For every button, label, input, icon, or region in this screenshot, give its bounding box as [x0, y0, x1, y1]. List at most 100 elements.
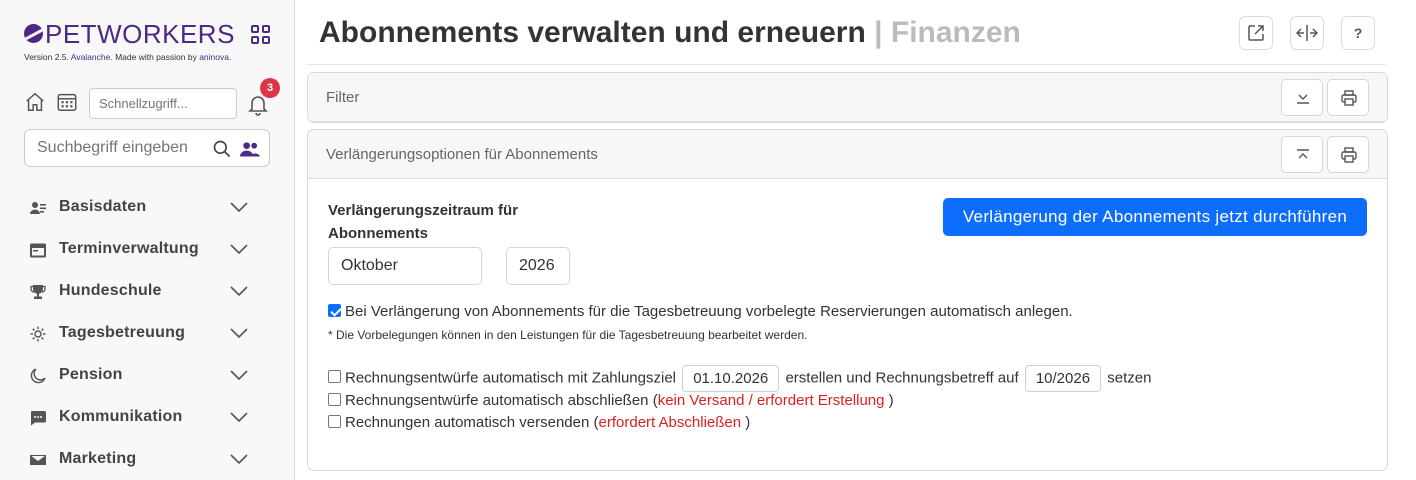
- collapse-renewal-button[interactable]: [1281, 136, 1323, 173]
- calendar-card-icon: [30, 243, 46, 258]
- sidebar-item-marketing[interactable]: Marketing: [0, 439, 295, 480]
- brand-name: PETWORKERS: [45, 19, 235, 49]
- chevron-down-bar-icon: [1297, 94, 1309, 104]
- chevron-down-icon: [230, 454, 248, 465]
- invoice-drafts-checkbox[interactable]: [328, 370, 341, 384]
- quick-access-row: 3: [24, 78, 280, 120]
- sidebar-item-pension[interactable]: Pension: [0, 355, 295, 397]
- invoice-drafts-middle-label: erstellen und Rechnungsbetreff auf: [785, 369, 1019, 387]
- trophy-icon: [30, 285, 46, 299]
- sidebar-item-kommunikation[interactable]: Kommunikation: [0, 397, 295, 439]
- people-icon[interactable]: [240, 140, 260, 158]
- page-title-text: Abonnements verwalten und erneuern: [319, 16, 866, 49]
- page-section: Finanzen: [890, 16, 1021, 49]
- sidebar-item-terminverwaltung[interactable]: Terminverwaltung: [0, 229, 295, 271]
- moon-icon: [30, 368, 46, 384]
- chat-icon: [30, 411, 46, 426]
- expand-horizontal-icon: [1295, 25, 1319, 41]
- sidebar: PETWORKERS Version 2.5. Avalanche. Made …: [0, 0, 295, 480]
- sidebar-item-label: Pension: [59, 366, 123, 383]
- brand-mark-icon: [24, 24, 43, 43]
- app-grid-icon[interactable]: [251, 25, 270, 44]
- sidebar-item-basisdaten[interactable]: Basisdaten: [0, 187, 295, 229]
- version-info: Version 2.5. Avalanche. Made with passio…: [24, 52, 231, 62]
- toggle-width-button[interactable]: [1290, 16, 1324, 50]
- reservations-checkbox[interactable]: [328, 304, 341, 317]
- sun-icon: [30, 326, 46, 342]
- version-name: Avalanche.: [70, 52, 113, 62]
- sidebar-item-hundeschule[interactable]: Hundeschule: [0, 271, 295, 313]
- renewal-card-header[interactable]: Verlängerungsoptionen für Abonnements: [308, 130, 1387, 179]
- sidebar-item-label: Basisdaten: [59, 198, 147, 215]
- subject-period-input[interactable]: 10/2026: [1024, 365, 1102, 392]
- print-renewal-button[interactable]: [1327, 136, 1369, 173]
- chevron-down-icon: [230, 370, 248, 381]
- help-button[interactable]: ?: [1341, 16, 1375, 50]
- search-box: [24, 129, 270, 167]
- printer-icon: [1341, 147, 1357, 163]
- reservations-option: Bei Verlängerung von Abonnements für die…: [328, 303, 1073, 320]
- renewal-card-title: Verlängerungsoptionen für Abonnements: [326, 146, 598, 163]
- page-title: Abonnements verwalten und erneuern | Fin…: [319, 16, 1021, 50]
- sidebar-nav: Basisdaten Terminverwaltung Hundeschule …: [0, 187, 295, 480]
- due-date-input[interactable]: 01.10.2026: [682, 365, 780, 392]
- main-content: Abonnements verwalten und erneuern | Fin…: [296, 0, 1416, 480]
- search-input[interactable]: [25, 130, 205, 166]
- expand-filter-button[interactable]: [1281, 79, 1323, 116]
- close-drafts-label: Rechnungsentwürfe automatisch abschließe…: [345, 392, 649, 409]
- filter-card-title: Filter: [326, 89, 360, 106]
- month-select[interactable]: Oktober: [328, 247, 482, 285]
- send-invoices-option: Rechnungen automatisch versenden (erford…: [328, 414, 750, 431]
- home-icon[interactable]: [24, 91, 46, 113]
- quick-access-input[interactable]: [89, 88, 237, 119]
- invoice-drafts-label: Rechnungsentwürfe automatisch mit Zahlun…: [345, 369, 677, 387]
- brand-logo[interactable]: PETWORKERS Version 2.5. Avalanche. Made …: [24, 20, 274, 64]
- sidebar-item-label: Marketing: [59, 450, 137, 467]
- sidebar-item-label: Tagesbetreuung: [59, 324, 186, 341]
- sidebar-item-label: Hundeschule: [59, 282, 162, 299]
- id-card-icon: [30, 202, 46, 214]
- external-link-icon: [1248, 25, 1264, 41]
- reservations-note: * Die Vorbelegungen können in den Leistu…: [328, 328, 808, 342]
- chevron-down-icon: [230, 244, 248, 255]
- chevron-down-icon: [230, 202, 248, 213]
- year-select[interactable]: 2026: [506, 247, 570, 285]
- printer-icon: [1341, 90, 1357, 106]
- close-drafts-checkbox[interactable]: [328, 393, 341, 406]
- chevron-down-icon: [230, 286, 248, 297]
- title-divider: [306, 64, 1386, 65]
- invoice-drafts-after-label: setzen: [1107, 369, 1152, 387]
- run-renewal-button[interactable]: Verlängerung der Abonnements jetzt durch…: [943, 198, 1367, 236]
- send-invoices-warning: erfordert Abschließen: [598, 414, 742, 431]
- envelope-icon: [30, 455, 46, 465]
- maker-name[interactable]: aninova.: [199, 52, 231, 62]
- chevron-down-icon: [230, 328, 248, 339]
- print-filter-button[interactable]: [1327, 79, 1369, 116]
- filter-card-header[interactable]: Filter: [308, 73, 1387, 122]
- version-number: Version 2.5.: [24, 52, 69, 62]
- close-drafts-warning: kein Versand / erfordert Erstellung: [657, 392, 885, 409]
- version-credit: Made with passion by: [115, 52, 197, 62]
- close-drafts-option: Rechnungsentwürfe automatisch abschließe…: [328, 392, 894, 409]
- filter-card: Filter: [307, 72, 1388, 123]
- send-invoices-checkbox[interactable]: [328, 415, 341, 428]
- renewal-period-label: Verlängerungszeitraum für Abonnements: [328, 202, 519, 242]
- chevron-down-icon: [230, 412, 248, 423]
- renewal-card-body: Verlängerungszeitraum für Abonnements Ok…: [308, 179, 1387, 470]
- calendar-icon[interactable]: [56, 91, 78, 113]
- sidebar-item-label: Terminverwaltung: [59, 240, 199, 257]
- send-invoices-label: Rechnungen automatisch versenden: [345, 414, 590, 431]
- open-external-button[interactable]: [1239, 16, 1273, 50]
- invoice-drafts-option: Rechnungsentwürfe automatisch mit Zahlun…: [328, 365, 1151, 392]
- help-label: ?: [1353, 25, 1363, 41]
- chevron-up-bar-icon: [1297, 149, 1309, 159]
- notification-badge: 3: [260, 78, 280, 98]
- sidebar-item-label: Kommunikation: [59, 408, 183, 425]
- renewal-options-card: Verlängerungsoptionen für Abonnements Ve…: [307, 129, 1388, 471]
- reservations-label: Bei Verlängerung von Abonnements für die…: [345, 303, 1073, 320]
- search-icon[interactable]: [212, 139, 232, 159]
- paren-close: ): [745, 414, 751, 431]
- paren-close: ): [888, 392, 894, 409]
- sidebar-item-tagesbetreuung[interactable]: Tagesbetreuung: [0, 313, 295, 355]
- title-separator: |: [874, 16, 883, 49]
